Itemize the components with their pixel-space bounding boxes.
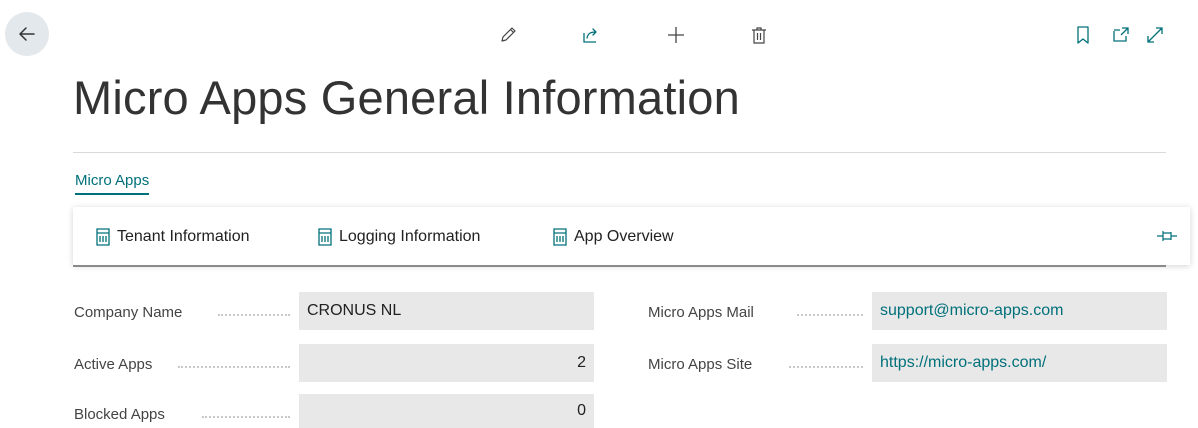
edit-button[interactable]: [495, 22, 521, 48]
company-name-field[interactable]: CRONUS NL: [299, 292, 594, 330]
active-apps-label: Active Apps: [74, 356, 153, 373]
micro-apps-site-field[interactable]: https://micro-apps.com/: [872, 344, 1167, 382]
action-bar-underline: [73, 265, 1166, 267]
back-button[interactable]: [5, 12, 49, 56]
tab-micro-apps[interactable]: Micro Apps: [75, 172, 150, 195]
blocked-apps-field[interactable]: 0: [299, 394, 594, 428]
logging-information-label: Logging Information: [339, 228, 481, 245]
app-overview-label: App Overview: [574, 228, 674, 245]
expand-icon: [1147, 27, 1163, 43]
open-new-window-button[interactable]: [1108, 22, 1134, 48]
report-icon: [318, 228, 332, 246]
pin-button[interactable]: [1155, 226, 1179, 246]
expand-button[interactable]: [1142, 22, 1168, 48]
leader-dots: [178, 366, 290, 368]
logging-information-action[interactable]: Logging Information: [317, 228, 480, 246]
pin-icon: [1157, 231, 1177, 241]
micro-apps-mail-label: Micro Apps Mail: [648, 304, 754, 321]
report-icon: [553, 228, 567, 246]
micro-apps-mail-field[interactable]: support@micro-apps.com: [872, 292, 1167, 330]
leader-dots: [202, 416, 290, 418]
pencil-icon: [501, 27, 516, 42]
leader-dots: [797, 314, 863, 316]
company-name-label: Company Name: [74, 304, 183, 321]
tenant-information-label: Tenant Information: [117, 228, 250, 245]
new-button[interactable]: [663, 22, 689, 48]
tenant-information-action[interactable]: Tenant Information: [95, 228, 250, 246]
micro-apps-site-label: Micro Apps Site: [648, 356, 753, 373]
active-apps-field[interactable]: 2: [299, 344, 594, 382]
plus-icon: [668, 27, 684, 43]
report-icon: [96, 228, 110, 246]
back-arrow-icon: [19, 27, 35, 41]
open-in-new-window-icon: [1113, 27, 1129, 42]
page-title: Micro Apps General Information: [73, 71, 740, 124]
delete-button[interactable]: [746, 22, 772, 48]
share-button[interactable]: [578, 22, 604, 48]
share-icon: [583, 28, 597, 43]
trash-icon: [752, 27, 766, 44]
title-divider: [73, 152, 1166, 153]
leader-dots: [218, 314, 290, 316]
bookmark-button[interactable]: [1071, 22, 1095, 48]
app-overview-action[interactable]: App Overview: [552, 228, 674, 246]
leader-dots: [789, 366, 863, 368]
bookmark-icon: [1077, 26, 1089, 44]
blocked-apps-label: Blocked Apps: [74, 406, 165, 423]
